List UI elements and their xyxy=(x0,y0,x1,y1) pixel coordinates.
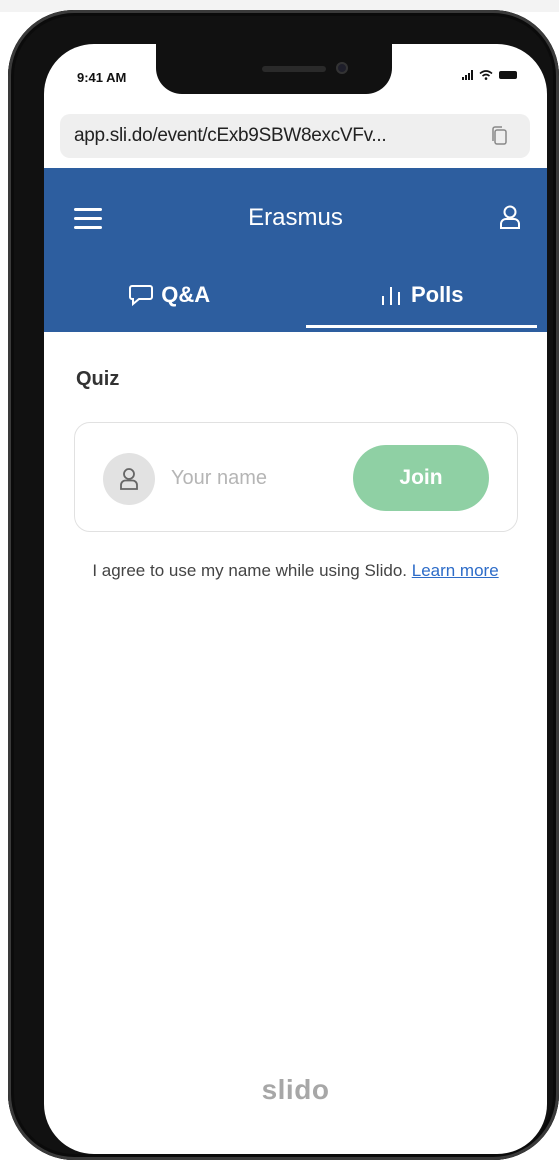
user-icon xyxy=(120,468,138,490)
slido-logo: slido xyxy=(261,1074,330,1105)
quiz-title: Quiz xyxy=(76,368,120,390)
tab-polls-label: Polls xyxy=(410,282,464,307)
join-button[interactable]: Join xyxy=(353,445,489,511)
tab-bar: Q&A Polls xyxy=(44,258,547,332)
phone-frame: 9:41 AM app.sli.do/event/cExb9SBW8excVFv… xyxy=(8,10,559,1160)
front-camera xyxy=(336,62,348,74)
active-tab-indicator xyxy=(305,325,537,328)
tab-qa-label: Q&A xyxy=(161,282,211,307)
name-input[interactable] xyxy=(169,459,333,497)
tab-qa[interactable]: Q&A xyxy=(44,258,296,332)
learn-more-link[interactable]: Learn more xyxy=(412,561,499,580)
address-bar[interactable]: app.sli.do/event/cExb9SBW8excVFv... xyxy=(60,114,530,158)
url-text[interactable]: app.sli.do/event/cExb9SBW8excVFv... xyxy=(74,125,387,147)
app-header: Erasmus Q&A Polls xyxy=(44,168,547,332)
user-icon[interactable] xyxy=(499,204,521,230)
phone-screen: 9:41 AM app.sli.do/event/cExb9SBW8excVFv… xyxy=(44,44,547,1154)
event-title: Erasmus xyxy=(248,204,343,231)
chat-bubble-icon xyxy=(129,285,154,306)
speaker-grille xyxy=(262,66,326,72)
battery-icon xyxy=(499,71,517,79)
bar-chart-icon xyxy=(381,287,400,305)
tab-polls[interactable]: Polls xyxy=(296,258,548,332)
copy-icon[interactable] xyxy=(490,126,508,146)
signal-icon xyxy=(462,70,473,80)
join-card: Join xyxy=(74,422,518,532)
avatar xyxy=(103,453,155,505)
status-icons xyxy=(462,70,517,80)
consent-message: I agree to use my name while using Slido… xyxy=(92,561,407,580)
consent-text: I agree to use my name while using Slido… xyxy=(64,558,527,583)
phone-notch xyxy=(156,44,392,94)
status-time: 9:41 AM xyxy=(77,70,127,85)
wifi-icon xyxy=(479,70,493,80)
